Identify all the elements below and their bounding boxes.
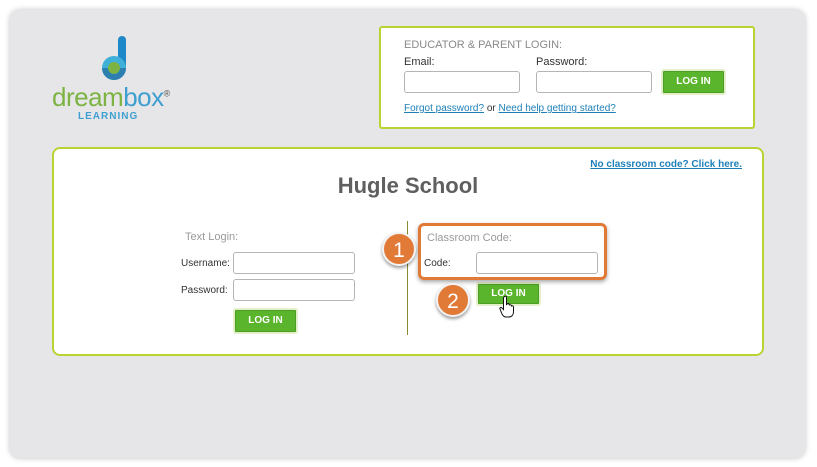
dreambox-logo: dreambox® LEARNING — [52, 34, 172, 124]
email-field[interactable] — [404, 71, 520, 93]
password-label: Password: — [536, 56, 588, 68]
step-1-badge: 1 — [382, 232, 416, 266]
student-password-label: Password: — [181, 285, 228, 296]
educator-links: Forgot password? or Need help getting st… — [404, 103, 616, 114]
logo-wordmark: dreambox® — [52, 82, 170, 112]
student-password-field[interactable] — [233, 279, 355, 301]
classroom-code-highlight — [418, 223, 607, 280]
text-login-title: Text Login: — [185, 231, 239, 243]
or-text: or — [486, 103, 496, 114]
forgot-password-link[interactable]: Forgot password? — [404, 103, 484, 114]
username-field[interactable] — [233, 252, 355, 274]
educator-login-button[interactable]: LOG IN — [663, 71, 724, 93]
logo-mark-icon — [102, 36, 126, 80]
help-getting-started-link[interactable]: Need help getting started? — [499, 103, 616, 114]
hand-cursor-icon — [499, 296, 514, 318]
logo-subtitle: LEARNING — [78, 111, 139, 122]
educator-login-title: EDUCATOR & PARENT LOGIN: — [404, 39, 563, 51]
text-login-button[interactable]: LOG IN — [235, 310, 296, 332]
no-classroom-code-link[interactable]: No classroom code? Click here. — [590, 159, 742, 170]
school-name: Hugle School — [337, 173, 479, 198]
email-label: Email: — [404, 56, 435, 68]
educator-password-field[interactable] — [536, 71, 652, 93]
educator-login-box: EDUCATOR & PARENT LOGIN: Email: Password… — [379, 26, 755, 129]
username-label: Username: — [181, 258, 230, 269]
step-2-badge: 2 — [436, 283, 470, 317]
